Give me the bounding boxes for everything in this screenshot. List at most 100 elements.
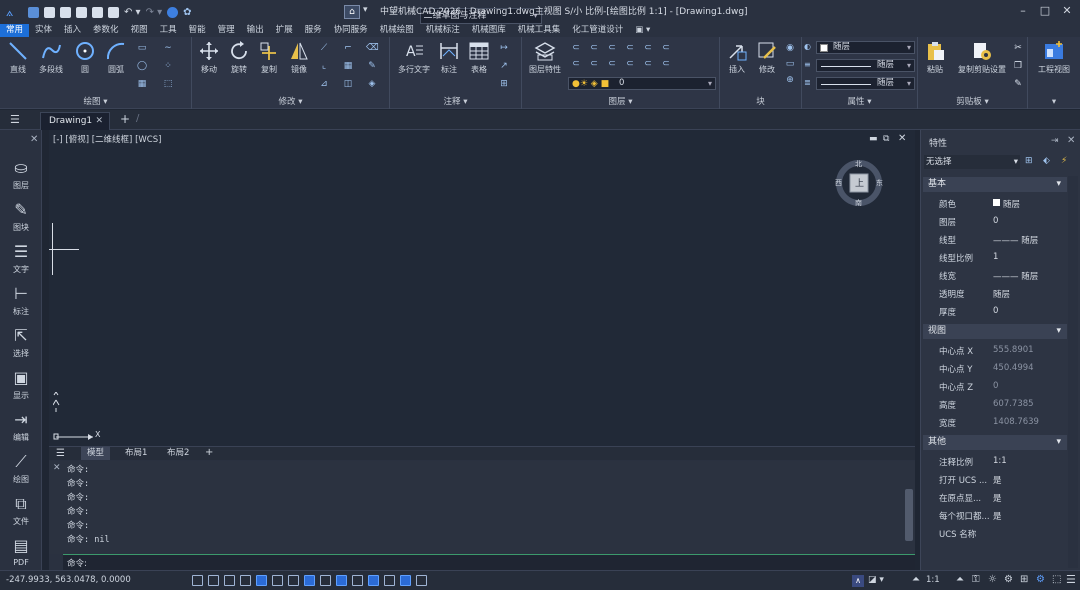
menu-tab[interactable]: 机械工具集 [512, 24, 567, 37]
engineering-view-button[interactable]: 工程视图 [1034, 40, 1074, 75]
property-row[interactable]: 厚度 0 [921, 302, 1080, 320]
lineweight-toggle[interactable] [320, 575, 331, 586]
property-row[interactable]: 线型 ——— 随层 [921, 230, 1080, 248]
layer-isolate-icon[interactable]: ⊂ [588, 43, 600, 53]
ellipse-icon[interactable]: ◯ [136, 61, 148, 71]
palette-item-text[interactable]: ☰ 文字 [4, 241, 38, 275]
command-scrollbar[interactable] [905, 489, 913, 541]
layer-delete-icon[interactable]: ⊂ [660, 59, 672, 69]
annotation-monitor-toggle[interactable] [384, 575, 395, 586]
viewcube-top[interactable]: 上 [855, 176, 864, 189]
osnap-toggle[interactable] [256, 575, 267, 586]
annotation-visibility-icon[interactable]: ∧ [852, 575, 864, 587]
menu-tab[interactable]: 扩展 [270, 24, 299, 37]
viewcube-east[interactable]: 东 [876, 178, 883, 188]
property-section[interactable]: 视图 [923, 324, 1067, 339]
erase-icon[interactable]: ⌫ [366, 43, 379, 53]
close-command-icon[interactable]: ✕ [53, 463, 61, 473]
dimension-button[interactable]: 标注 [434, 40, 464, 75]
paste-button[interactable]: 粘贴 [920, 40, 950, 75]
workspace-settings-icon[interactable]: ⌂ [344, 5, 360, 19]
layer-match-icon[interactable]: ⊂ [642, 43, 654, 53]
mtext-button[interactable]: A 多行文字 [394, 40, 434, 75]
menu-tab[interactable]: 管理 [212, 24, 241, 37]
save-icon[interactable] [60, 6, 71, 18]
command-input[interactable]: 命令: [63, 554, 915, 570]
menu-tab[interactable]: 机械标注 [420, 24, 466, 37]
palette-item-block[interactable]: ✎ 图块 [4, 199, 38, 233]
property-row[interactable]: UCS 名称 [921, 524, 1080, 542]
grid-toggle[interactable] [192, 575, 203, 586]
property-row[interactable]: 每个视口都... 是 [921, 506, 1080, 524]
menu-tab[interactable]: 服务 [299, 24, 328, 37]
color-dropdown[interactable]: 随层 [816, 41, 915, 54]
mirror-button[interactable]: 镜像 [284, 40, 314, 75]
coordinates-readout[interactable]: -247.9933, 563.0478, 0.0000 [6, 575, 131, 585]
draw-panel-label[interactable]: 绘图 ▾ [0, 95, 191, 107]
menu-tab[interactable]: 插入 [58, 24, 87, 37]
offset-icon[interactable]: ◈ [366, 79, 378, 89]
selection-cycling-toggle[interactable] [352, 575, 363, 586]
snap-toggle[interactable] [208, 575, 219, 586]
properties-ribbon-label[interactable]: 属性 ▾ [802, 95, 917, 107]
create-block-icon[interactable]: ◉ [784, 43, 796, 53]
menu-tab[interactable]: 常用 [0, 24, 30, 37]
layer-previous-icon[interactable]: ⊂ [660, 43, 672, 53]
property-row[interactable]: 打开 UCS ... 是 [921, 470, 1080, 488]
layer-thaw-icon[interactable]: ⊂ [588, 59, 600, 69]
property-row[interactable]: 注释比例 1:1 [921, 452, 1080, 470]
property-row[interactable]: 中心点 Z 0 [921, 377, 1080, 395]
drawing-view-panel-label[interactable]: ▾ [1028, 97, 1080, 107]
auto-scale-icon[interactable]: ⏶ [956, 574, 964, 585]
select-objects-icon[interactable]: ⬖ [1043, 156, 1050, 166]
undo-icon[interactable]: ↶ ▾ [124, 7, 141, 18]
layer-off-icon[interactable]: ⊂ [570, 43, 582, 53]
annotate-panel-label[interactable]: 注释 ▾ [390, 95, 521, 107]
point-icon[interactable]: ▦ [136, 79, 148, 89]
menu-tab[interactable]: 输出 [241, 24, 270, 37]
units-toggle[interactable] [400, 575, 411, 586]
menu-icon[interactable]: ☰ [10, 113, 20, 126]
move-button[interactable]: 移动 [194, 40, 224, 75]
palette-item-edit[interactable]: ⇥ 编辑 [4, 409, 38, 443]
trim-icon[interactable]: ⟋ [318, 43, 330, 53]
layer-merge-icon[interactable]: ⊂ [642, 59, 654, 69]
cut-icon[interactable]: ✂ [1012, 43, 1024, 53]
quick-properties-toggle[interactable] [416, 575, 427, 586]
menu-tab[interactable]: 化工管道设计 [566, 24, 629, 37]
redo-icon[interactable]: ↷ ▾ [146, 7, 163, 18]
help-icon[interactable] [167, 6, 179, 18]
chevron-down-icon[interactable]: ▾ [363, 5, 368, 15]
pin-icon[interactable]: ⇥ [1051, 136, 1059, 146]
property-row[interactable]: 宽度 1408.7639 [921, 413, 1080, 431]
property-row[interactable]: 高度 607.7385 [921, 395, 1080, 413]
palette-item-pdf[interactable]: ▤ PDF [4, 535, 38, 567]
array-icon[interactable]: ▦ [342, 61, 354, 71]
palette-item-draw[interactable]: ⟋ 绘图 [4, 451, 38, 485]
layer-walk-icon[interactable]: ⊂ [624, 59, 636, 69]
match-properties-icon[interactable]: ◐ [804, 42, 811, 51]
drawing-canvas[interactable]: [-] [俯视] [二维线框] [WCS] ▬ ⧉ ✕ 上 北 南 东 西 X [49, 130, 915, 446]
rotate-button[interactable]: 旋转 [224, 40, 254, 75]
layer-properties-button[interactable]: 图层特性 [528, 40, 562, 75]
viewcube-north[interactable]: 北 [855, 159, 862, 169]
menu-tab[interactable]: 视图 [125, 24, 154, 37]
table-button[interactable]: 表格 [464, 40, 494, 75]
polyline-button[interactable]: 多段线 [36, 40, 66, 75]
plot-icon[interactable] [108, 6, 119, 18]
layout-tab[interactable]: 模型 [81, 447, 111, 460]
annotation-scale-icon[interactable]: ⊞ [498, 79, 510, 89]
copy-button[interactable]: 复制 [254, 40, 284, 75]
modify-panel-label[interactable]: 修改 ▾ [192, 95, 389, 107]
close-tab-icon[interactable]: ✕ [95, 113, 103, 129]
menu-tab[interactable]: 机械绘图 [374, 24, 420, 37]
extend-icon[interactable]: ⌐ [342, 43, 354, 53]
ribbon-options-icon[interactable]: ▣ ▾ [629, 24, 656, 37]
menu-tab[interactable]: 工具 [154, 24, 183, 37]
tab-drawing1[interactable]: Drawing1 ✕ [40, 112, 110, 130]
property-row[interactable]: 中心点 Y 450.4994 [921, 359, 1080, 377]
palette-item-display[interactable]: ▣ 显示 [4, 367, 38, 401]
lineweight-icon[interactable]: ≣ [804, 78, 811, 87]
print-icon[interactable] [92, 6, 103, 18]
minimize-button[interactable]: – [1012, 0, 1034, 24]
